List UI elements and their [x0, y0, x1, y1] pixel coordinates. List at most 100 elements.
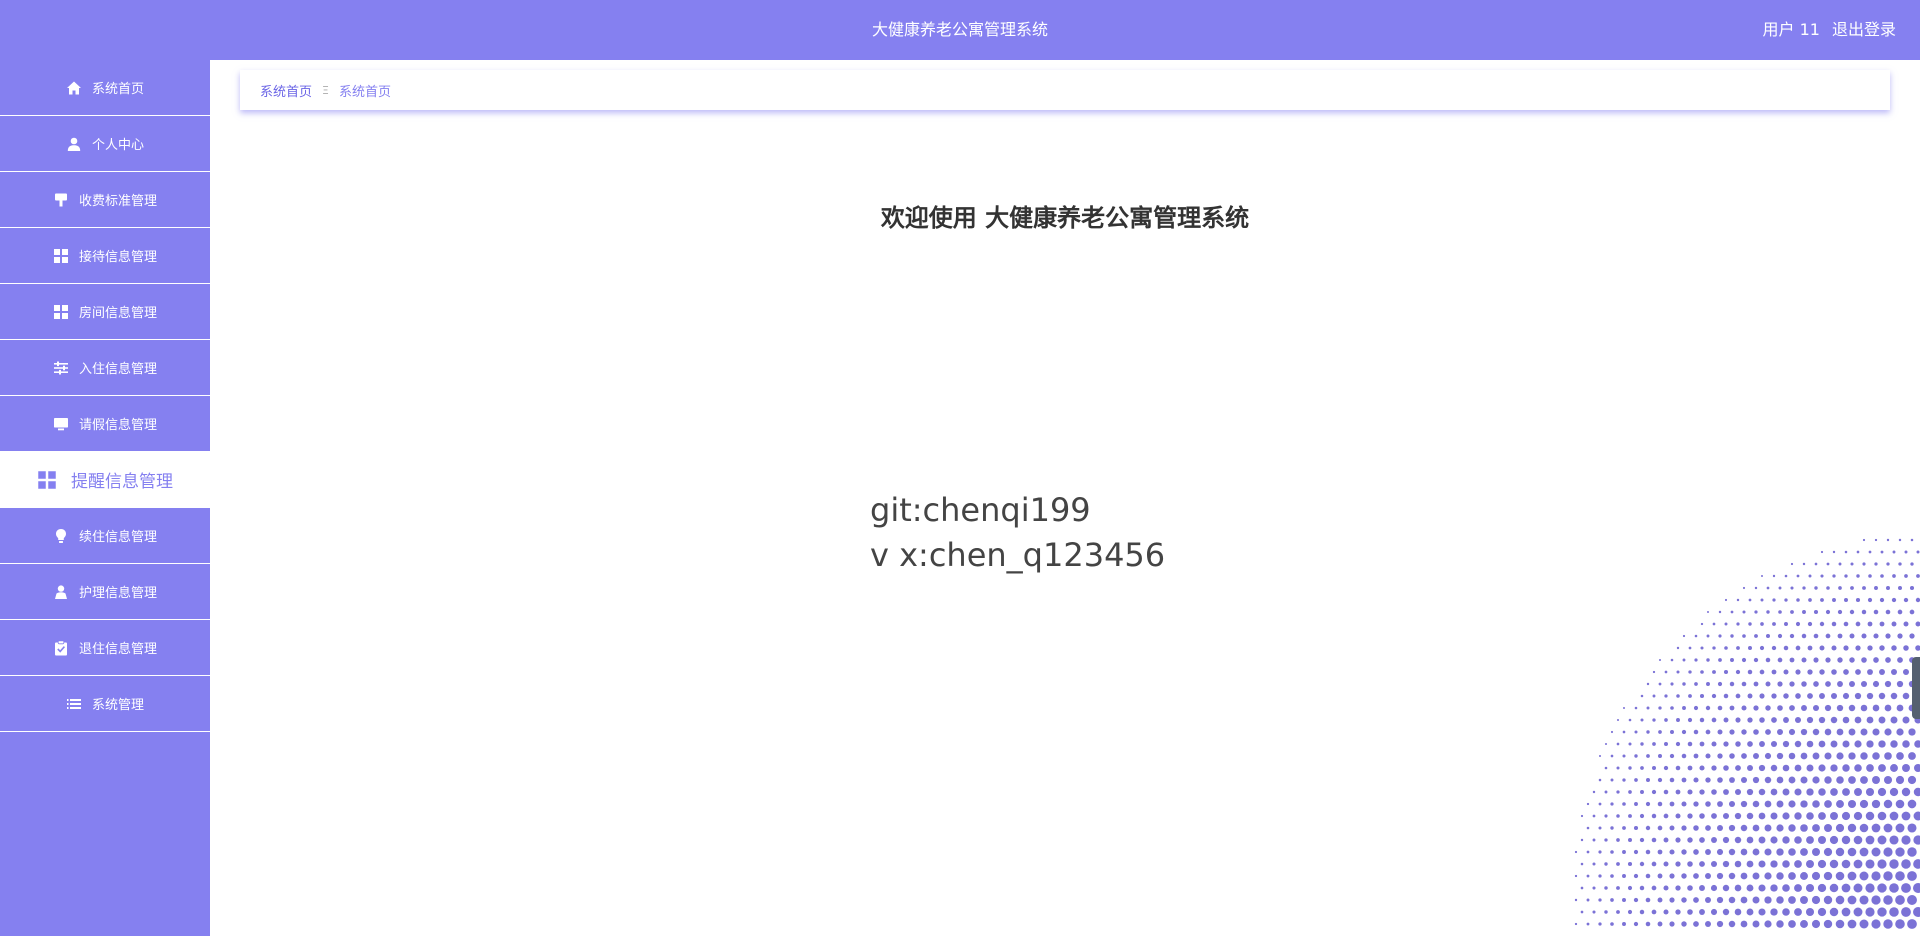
- halftone-dot: [1747, 717, 1753, 723]
- halftone-dot: [1770, 884, 1778, 892]
- halftone-dot: [1871, 871, 1881, 881]
- halftone-dot: [1664, 694, 1668, 698]
- halftone-dot: [1782, 836, 1790, 844]
- halftone-dot: [1717, 801, 1723, 807]
- halftone-dot: [1914, 740, 1920, 748]
- halftone-dot: [1895, 823, 1905, 833]
- halftone-dot: [1853, 859, 1863, 869]
- halftone-dot: [1687, 741, 1693, 747]
- halftone-dot: [1712, 670, 1716, 674]
- halftone-dot: [1836, 752, 1844, 760]
- halftone-dot: [1907, 871, 1917, 881]
- halftone-dot: [1687, 765, 1693, 771]
- halftone-dot: [1883, 895, 1893, 905]
- halftone-dot: [1681, 801, 1687, 807]
- sidebar-item-reminder-info[interactable]: 提醒信息管理: [0, 452, 210, 508]
- halftone-dot: [1835, 823, 1845, 833]
- halftone-dot: [1907, 799, 1917, 809]
- halftone-dot: [1800, 920, 1808, 928]
- halftone-dot: [1759, 693, 1765, 699]
- halftone-dot: [1640, 694, 1644, 698]
- halftone-dot: [1616, 814, 1620, 818]
- sidebar-item-system-management[interactable]: 系统管理: [0, 676, 210, 732]
- halftone-dot: [1813, 609, 1819, 615]
- halftone-dot: [1758, 836, 1766, 844]
- halftone-dot: [1890, 740, 1898, 748]
- halftone-dot: [1718, 634, 1722, 638]
- halftone-dot: [1913, 811, 1920, 821]
- sidebar-item-fee-standard[interactable]: 收费标准管理: [0, 172, 210, 228]
- halftone-dot: [1675, 741, 1681, 747]
- sidebar-item-nursing-info[interactable]: 护理信息管理: [0, 564, 210, 620]
- halftone-dot: [1883, 823, 1893, 833]
- halftone-dot: [1669, 849, 1675, 855]
- halftone-dot: [1640, 766, 1644, 770]
- sidebar-item-label: 护理信息管理: [78, 586, 157, 601]
- halftone-dot: [1598, 874, 1602, 878]
- halftone-dot: [1824, 776, 1832, 784]
- halftone-dot: [1752, 824, 1760, 832]
- halftone-dot: [1592, 790, 1596, 794]
- sidebar-item-room-info[interactable]: 房间信息管理: [0, 284, 210, 340]
- halftone-dot: [1580, 886, 1584, 890]
- logout-link[interactable]: 退出登录: [1832, 0, 1896, 60]
- halftone-dot: [1766, 634, 1770, 638]
- halftone-dot: [1825, 681, 1831, 687]
- halftone-dot: [1877, 787, 1887, 797]
- halftone-dot: [1753, 681, 1759, 687]
- halftone-dot: [1855, 621, 1861, 627]
- contact-wechat: v x:chen_q123456: [870, 536, 1166, 574]
- halftone-dot: [1752, 896, 1760, 904]
- halftone-dot: [1825, 609, 1831, 615]
- halftone-dot: [1907, 823, 1917, 833]
- halftone-dot: [1735, 765, 1741, 771]
- halftone-dot: [1817, 907, 1827, 917]
- halftone-dot: [1837, 609, 1843, 615]
- halftone-dot: [1784, 598, 1788, 602]
- halftone-dot: [1574, 850, 1578, 854]
- halftone-dot: [1722, 860, 1730, 868]
- halftone-dot: [1758, 884, 1766, 892]
- halftone-dot: [1693, 873, 1699, 879]
- halftone-dot: [1639, 885, 1645, 891]
- halftone-dot: [1795, 645, 1801, 651]
- halftone-dot: [1807, 621, 1813, 627]
- halftone-dot: [1811, 847, 1821, 857]
- sidebar-item-checkout-info[interactable]: 退住信息管理: [0, 620, 210, 676]
- halftone-dot: [1645, 921, 1651, 927]
- halftone-dot: [1628, 766, 1632, 770]
- halftone-dot: [1693, 729, 1699, 735]
- sidebar-item-renewal-info[interactable]: 续住信息管理: [0, 508, 210, 564]
- halftone-dot: [1812, 824, 1820, 832]
- sidebar-item-reception-info[interactable]: 接待信息管理: [0, 228, 210, 284]
- halftone-dot: [1801, 705, 1807, 711]
- halftone-dot: [1634, 778, 1638, 782]
- halftone-dot: [1807, 693, 1813, 699]
- halftone-dot: [1915, 621, 1920, 627]
- halftone-dot: [1838, 562, 1842, 566]
- sidebar-item-home[interactable]: 系统首页: [0, 60, 210, 116]
- sidebar-item-leave-info[interactable]: 请假信息管理: [0, 396, 210, 452]
- halftone-dot: [1865, 787, 1875, 797]
- halftone-dot: [1699, 837, 1705, 843]
- sidebar-item-checkin-info[interactable]: 入住信息管理: [0, 340, 210, 396]
- halftone-dot: [1817, 883, 1827, 893]
- halftone-dot: [1722, 884, 1730, 892]
- halftone-dot: [1788, 776, 1796, 784]
- halftone-dot: [1903, 597, 1909, 603]
- halftone-dot: [1849, 633, 1855, 639]
- floating-side-tab[interactable]: [1912, 657, 1920, 719]
- halftone-dot: [1800, 776, 1808, 784]
- breadcrumb-home-link[interactable]: 系统首页: [260, 81, 312, 100]
- halftone-dot: [1706, 682, 1710, 686]
- halftone-dot: [1898, 562, 1902, 566]
- halftone-dot: [1801, 657, 1807, 663]
- user-area: 用户 11 退出登录: [1763, 0, 1896, 60]
- halftone-dot: [1772, 622, 1776, 626]
- halftone-dot: [1805, 883, 1815, 893]
- halftone-dot: [1640, 742, 1644, 746]
- halftone-dot: [1669, 921, 1675, 927]
- halftone-dot: [1883, 871, 1893, 881]
- sidebar-item-personal-center[interactable]: 个人中心: [0, 116, 210, 172]
- sidebar-item-label: 个人中心: [91, 138, 144, 153]
